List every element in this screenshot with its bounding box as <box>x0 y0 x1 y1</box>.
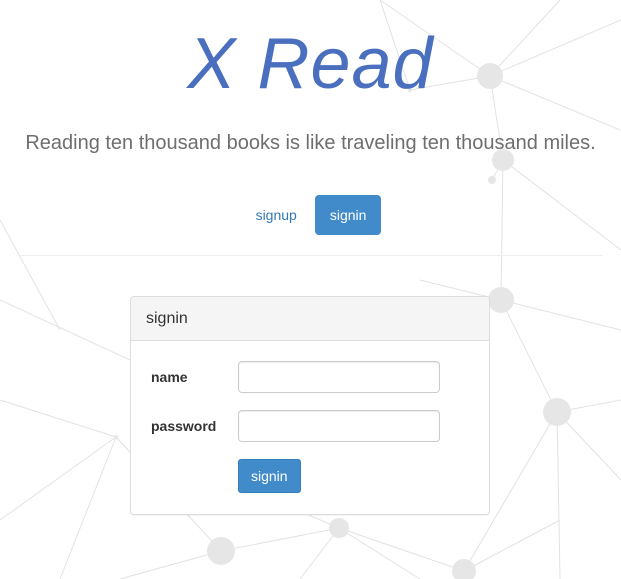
signin-panel: signin name password signin <box>130 296 490 515</box>
divider <box>18 255 603 256</box>
panel-heading: signin <box>131 297 489 341</box>
name-input[interactable] <box>238 361 440 393</box>
password-label: password <box>151 418 217 434</box>
password-row: password <box>151 410 440 442</box>
app-title: X Read <box>187 24 434 104</box>
name-label: name <box>151 369 188 385</box>
signin-submit-button[interactable]: signin <box>238 459 301 493</box>
signin-tab-button[interactable]: signin <box>314 195 382 235</box>
signup-link[interactable]: signup <box>240 197 313 233</box>
name-row: name <box>151 361 440 393</box>
auth-nav: signup signin <box>0 195 621 235</box>
page: X Read Reading ten thousand books is lik… <box>0 0 621 579</box>
password-input[interactable] <box>238 410 440 442</box>
tagline: Reading ten thousand books is like trave… <box>25 132 596 154</box>
